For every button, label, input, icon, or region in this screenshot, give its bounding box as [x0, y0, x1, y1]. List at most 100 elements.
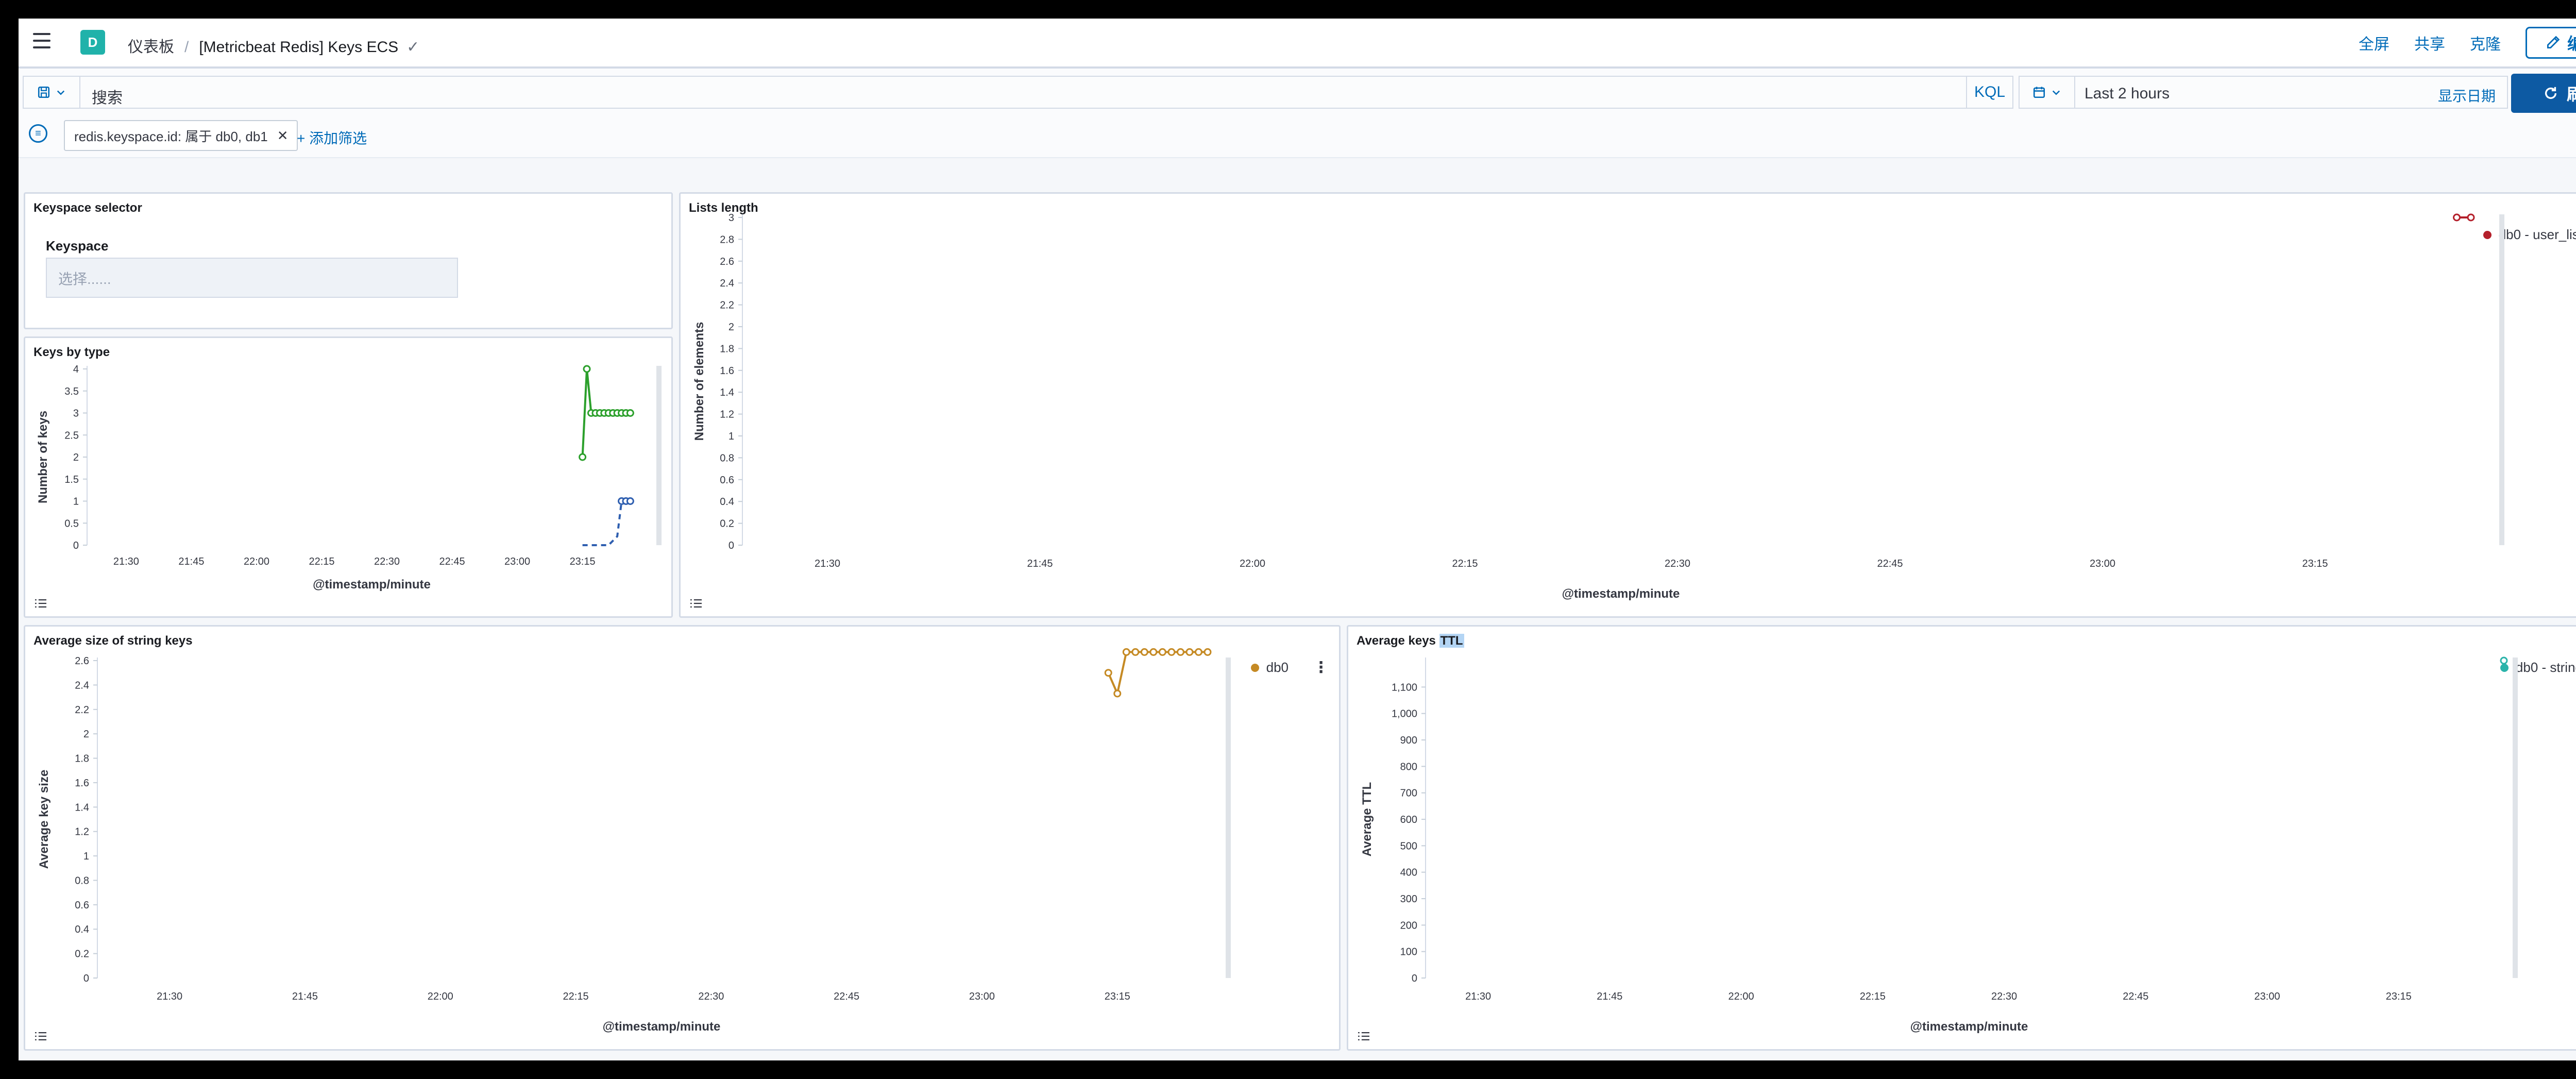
- show-dates-link[interactable]: 显示日期: [2438, 85, 2496, 106]
- panel-keyspace-selector: Keyspace selector Keyspace 选择......: [24, 192, 673, 329]
- y-tick-label: 1.2: [720, 409, 734, 420]
- y-tick-label: 0.6: [75, 900, 89, 911]
- kibana-app: D 仪表板 / [Metricbeat Redis] Keys ECS ✓ 全屏 共享…: [19, 19, 2576, 1060]
- data-point: [1104, 669, 1112, 677]
- legend-toggle-icon[interactable]: [33, 598, 48, 609]
- x-axis-title: @timestamp/minute: [313, 578, 431, 592]
- share-button[interactable]: 共享: [2414, 31, 2445, 54]
- x-tick-label: 22:00: [244, 556, 269, 567]
- y-tick-label: 2.5: [64, 430, 79, 441]
- x-tick-label: 22:30: [1991, 991, 2017, 1002]
- y-tick-label: 0.8: [75, 875, 89, 886]
- x-tick-label: 22:45: [2123, 991, 2148, 1002]
- panel-average-string-size: Average size of string keys db0 ⋮ 0 0.2 0.…: [24, 625, 1341, 1051]
- y-tick-label: 1,100: [1392, 682, 1417, 693]
- y-axis-title: Average TTL: [1360, 782, 1374, 856]
- refresh-button[interactable]: 刷新: [2511, 74, 2576, 113]
- data-point: [1140, 648, 1148, 656]
- x-tick-label: 23:15: [570, 556, 596, 567]
- x-tick-label: 21:45: [292, 991, 318, 1002]
- x-tick-label: 22:30: [698, 991, 724, 1002]
- data-point: [579, 453, 587, 461]
- y-tick-label: 2: [728, 322, 734, 333]
- dashboard-grid: Keyspace selector Keyspace 选择...... Keys…: [19, 158, 2576, 1060]
- menu-icon[interactable]: [33, 33, 50, 50]
- x-axis-title: @timestamp/minute: [603, 1020, 721, 1034]
- panel-average-ttl: Average keys TTL db0 - string ⋮ 01002003…: [1347, 625, 2576, 1051]
- space-avatar[interactable]: D: [80, 30, 105, 55]
- y-axis-title: Number of keys: [36, 411, 50, 503]
- x-tick-label: 22:30: [374, 556, 400, 567]
- breadcrumb-dashboards[interactable]: 仪表板: [128, 39, 174, 56]
- calendar-icon: [2033, 87, 2045, 98]
- x-tick-label: 22:00: [1240, 558, 1265, 569]
- x-tick-label: 21:30: [1465, 991, 1491, 1002]
- y-tick-label: 2.6: [75, 655, 89, 667]
- x-tick-label: 22:15: [1452, 558, 1478, 569]
- data-point: [1158, 648, 1166, 656]
- data-point: [1185, 648, 1194, 656]
- x-tick-label: 23:15: [2302, 558, 2328, 569]
- time-range-value[interactable]: Last 2 hours: [2084, 85, 2170, 103]
- y-tick-label: 0: [73, 540, 79, 551]
- legend-toggle-icon[interactable]: [689, 598, 703, 609]
- chart-lists-length: 0 0.2 0.4 0.6 0.8 1 1.2 1.4 1.6 1.8 2 2.2 2.4 2.6 2.8 3…: [692, 212, 2504, 601]
- save-icon: [38, 86, 50, 98]
- close-icon[interactable]: ✕: [277, 128, 289, 144]
- filter-pill[interactable]: redis.keyspace.id: 属于 db0, db1 ✕: [64, 120, 298, 151]
- x-tick-label: 21:45: [1597, 991, 1622, 1002]
- quick-select-button[interactable]: [2020, 77, 2075, 108]
- breadcrumb: 仪表板 / [Metricbeat Redis] Keys ECS ✓: [128, 34, 419, 57]
- date-picker[interactable]: Last 2 hours 显示日期: [2019, 76, 2508, 109]
- x-axis-title: @timestamp/minute: [1562, 587, 1680, 601]
- keyspace-select[interactable]: 选择......: [46, 258, 458, 298]
- edit-button[interactable]: 编辑: [2525, 27, 2576, 59]
- filter-menu-icon[interactable]: ≡: [29, 124, 47, 143]
- chart-average-ttl: 0 100 200 300 400 500 600 700 800 900 1,000 1,100 21…: [1360, 656, 2518, 1034]
- y-tick-label: 0: [83, 973, 89, 984]
- x-tick-label: 23:00: [2255, 991, 2280, 1002]
- y-tick-label: 600: [1400, 814, 1417, 825]
- x-tick-label: 22:45: [1877, 558, 1903, 569]
- fullscreen-button[interactable]: 全屏: [2359, 31, 2389, 54]
- filter-bar: ≡ redis.keyspace.id: 属于 db0, db1 ✕ + 添加筛…: [19, 114, 2576, 158]
- x-tick-label: 21:45: [1027, 558, 1053, 569]
- data-point: [2467, 213, 2475, 222]
- edit-label: 编辑: [2567, 35, 2576, 53]
- y-tick-label: 1.5: [64, 474, 79, 485]
- y-tick-label: 1: [83, 851, 89, 862]
- time-cursor-band: [656, 366, 662, 545]
- x-tick-label: 22:15: [563, 991, 589, 1002]
- legend-toggle-icon[interactable]: [1357, 1031, 1371, 1042]
- legend-toggle-icon[interactable]: [33, 1031, 48, 1042]
- y-tick-label: 3: [728, 212, 734, 224]
- y-tick-label: 1,000: [1392, 709, 1417, 720]
- y-tick-label: 1.8: [75, 753, 89, 765]
- y-tick-label: 2.4: [720, 278, 734, 289]
- search-field[interactable]: 搜索 KQL: [23, 76, 2013, 109]
- refresh-icon: [2545, 87, 2557, 99]
- clone-button[interactable]: 克隆: [2470, 31, 2501, 54]
- y-tick-label: 3: [73, 408, 79, 419]
- y-tick-label: 300: [1400, 893, 1417, 905]
- y-tick-label: 1.8: [720, 343, 734, 355]
- chart-keys-by-type: 0 0.5 1 1.5 2 2.5 3 3.5 4 21:30 21:45 22:00 22:15 22:…: [36, 364, 662, 592]
- y-tick-label: 2.2: [75, 704, 89, 716]
- x-tick-label: 21:30: [113, 556, 139, 567]
- x-tick-label: 23:00: [2090, 558, 2115, 569]
- y-tick-label: 1.2: [75, 827, 89, 838]
- y-tick-label: 800: [1400, 761, 1417, 772]
- x-tick-label: 22:30: [1665, 558, 1690, 569]
- query-language-button[interactable]: KQL: [1966, 77, 2012, 108]
- y-tick-label: 900: [1400, 735, 1417, 746]
- search-input[interactable]: 搜索: [92, 85, 123, 108]
- pencil-icon: [2547, 36, 2560, 49]
- x-tick-label: 23:15: [2386, 991, 2412, 1002]
- keyspace-label: Keyspace: [46, 238, 109, 254]
- series-line: [582, 500, 631, 546]
- x-tick-label: 21:30: [157, 991, 182, 1002]
- y-tick-label: 2: [73, 452, 79, 463]
- saved-query-menu[interactable]: [24, 77, 80, 108]
- add-filter-button[interactable]: + 添加筛选: [297, 127, 367, 148]
- top-header: D 仪表板 / [Metricbeat Redis] Keys ECS ✓ 全屏 共享…: [19, 19, 2576, 69]
